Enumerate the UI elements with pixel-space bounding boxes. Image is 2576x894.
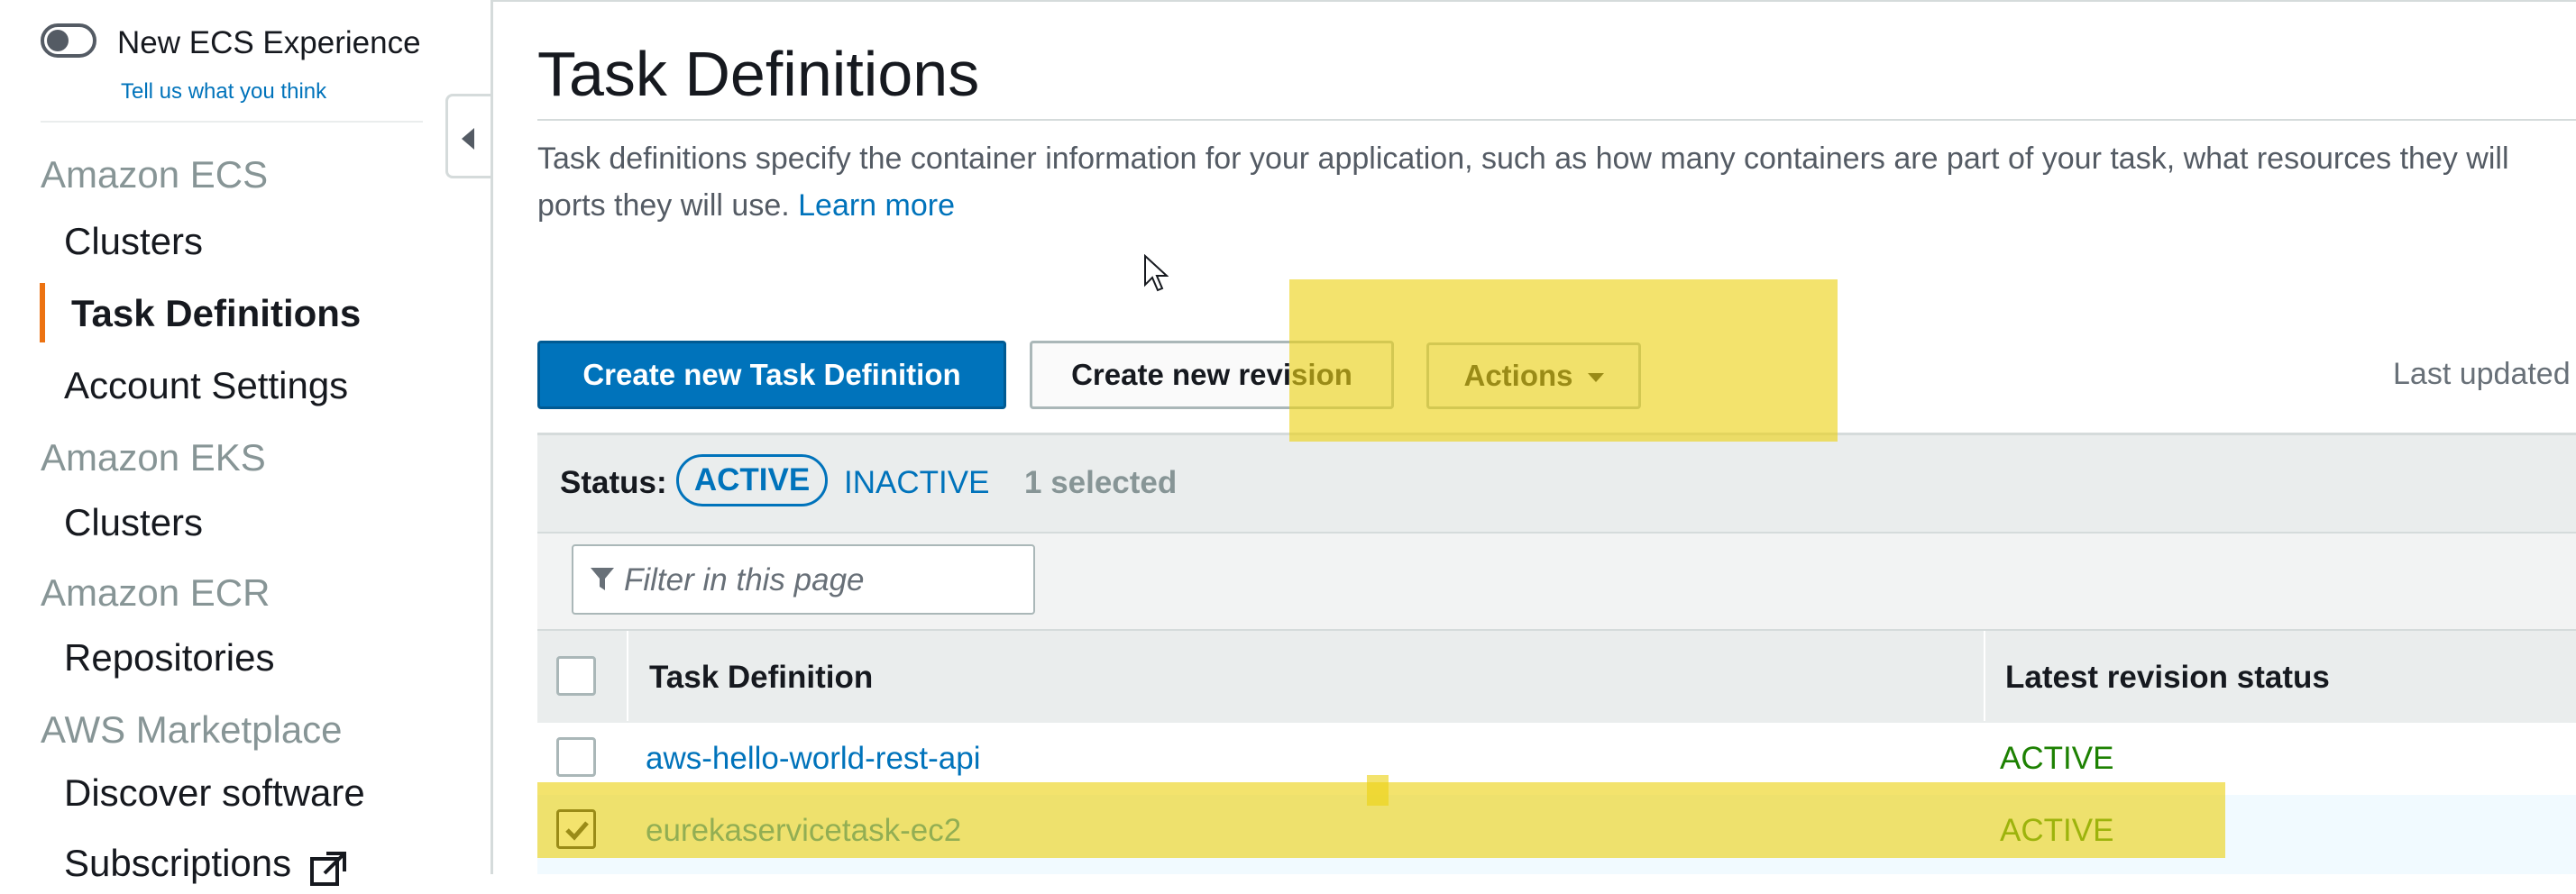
select-all-checkbox[interactable] bbox=[556, 656, 596, 696]
filter-placeholder: Filter in this page bbox=[624, 562, 865, 598]
new-experience-label: New ECS Experience bbox=[117, 25, 421, 60]
sidebar: New ECS Experience Tell us what you thin… bbox=[0, 0, 493, 887]
page-title: Task Definitions bbox=[537, 39, 980, 109]
status-filter-active[interactable]: ACTIVE bbox=[676, 454, 828, 506]
top-border bbox=[492, 0, 2576, 2]
sidebar-divider bbox=[41, 121, 423, 123]
sidebar-item-task-definitions[interactable]: Task Definitions bbox=[71, 292, 361, 335]
task-definition-link[interactable]: eurekaservicetask-ec2 bbox=[646, 813, 961, 849]
sidebar-item-subscriptions[interactable]: Subscriptions bbox=[64, 842, 291, 884]
caret-down-icon bbox=[1587, 373, 1604, 382]
section-title-eks: Amazon EKS bbox=[41, 436, 266, 479]
create-revision-button[interactable]: Create new revision bbox=[1030, 341, 1394, 409]
description-line-2-text: ports they will use. bbox=[537, 188, 790, 223]
sidebar-item-ecs-clusters[interactable]: Clusters bbox=[64, 220, 203, 263]
last-updated-text: Last updated bbox=[2393, 357, 2571, 391]
sidebar-collapse-button[interactable] bbox=[445, 94, 490, 178]
title-divider bbox=[537, 119, 2576, 121]
selected-count: 1 selected bbox=[1024, 465, 1178, 500]
actions-label: Actions bbox=[1463, 359, 1573, 392]
feedback-link[interactable]: Tell us what you think bbox=[121, 79, 326, 105]
row-status: ACTIVE bbox=[2000, 741, 2114, 776]
column-header-latest-revision-status[interactable]: Latest revision status bbox=[2005, 660, 2330, 696]
status-filter-inactive[interactable]: INACTIVE bbox=[844, 465, 989, 501]
status-label: Status: bbox=[560, 465, 667, 500]
toggle-knob-icon bbox=[47, 30, 69, 51]
row-checkbox[interactable] bbox=[556, 737, 596, 777]
task-definition-link[interactable]: aws-hello-world-rest-api bbox=[646, 741, 981, 777]
create-task-definition-button[interactable]: Create new Task Definition bbox=[537, 341, 1006, 409]
row-checkbox-checked[interactable] bbox=[556, 809, 596, 849]
row-status: ACTIVE bbox=[2000, 813, 2114, 848]
description-line-2: ports they will use. Learn more bbox=[537, 182, 2576, 229]
page-description: Task definitions specify the container i… bbox=[537, 135, 2576, 229]
actions-dropdown[interactable]: Actions bbox=[1426, 342, 1641, 409]
collapse-arrow-icon bbox=[462, 128, 474, 150]
active-indicator bbox=[40, 283, 45, 342]
external-link-icon bbox=[308, 850, 348, 894]
column-separator bbox=[627, 631, 628, 721]
sidebar-item-eks-clusters[interactable]: Clusters bbox=[64, 501, 203, 544]
sidebar-item-subscriptions-wrap[interactable]: Subscriptions bbox=[64, 842, 348, 894]
filter-icon bbox=[590, 566, 615, 598]
new-experience-toggle[interactable] bbox=[41, 23, 96, 58]
section-title-ecr: Amazon ECR bbox=[41, 571, 270, 614]
column-separator bbox=[1984, 631, 1985, 721]
description-line-1: Task definitions specify the container i… bbox=[537, 141, 2509, 176]
section-title-marketplace: AWS Marketplace bbox=[41, 708, 343, 751]
column-header-task-definition[interactable]: Task Definition bbox=[649, 660, 873, 696]
section-title-ecs: Amazon ECS bbox=[41, 153, 269, 196]
mouse-cursor-icon bbox=[1143, 253, 1169, 296]
learn-more-link[interactable]: Learn more bbox=[798, 188, 955, 223]
sidebar-item-account-settings[interactable]: Account Settings bbox=[64, 364, 348, 407]
sidebar-item-discover-software[interactable]: Discover software bbox=[64, 771, 365, 815]
checkmark-icon bbox=[565, 821, 589, 841]
sidebar-item-repositories[interactable]: Repositories bbox=[64, 636, 274, 680]
